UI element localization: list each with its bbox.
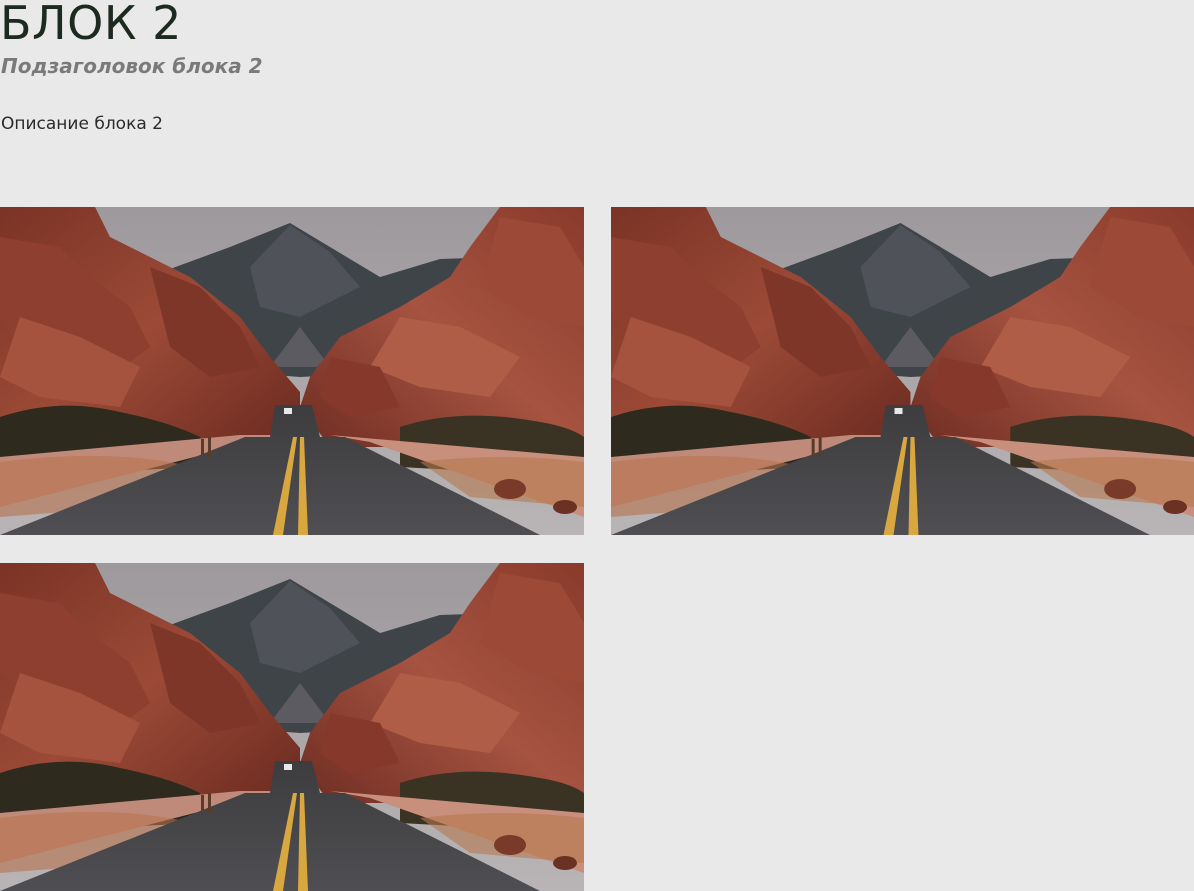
desert-road-photo [0, 563, 584, 891]
block-description: Описание блока 2 [1, 114, 163, 134]
gallery-image-3[interactable] [0, 563, 584, 891]
page: БЛОК 2 Подзаголовок блока 2 Описание бло… [0, 0, 1194, 891]
gallery-image-2[interactable] [611, 207, 1194, 535]
block-subtitle: Подзаголовок блока 2 [1, 54, 263, 78]
desert-road-photo [0, 207, 584, 535]
gallery-image-1[interactable] [0, 207, 584, 535]
block-title: БЛОК 2 [0, 0, 182, 50]
desert-road-photo [611, 207, 1194, 535]
